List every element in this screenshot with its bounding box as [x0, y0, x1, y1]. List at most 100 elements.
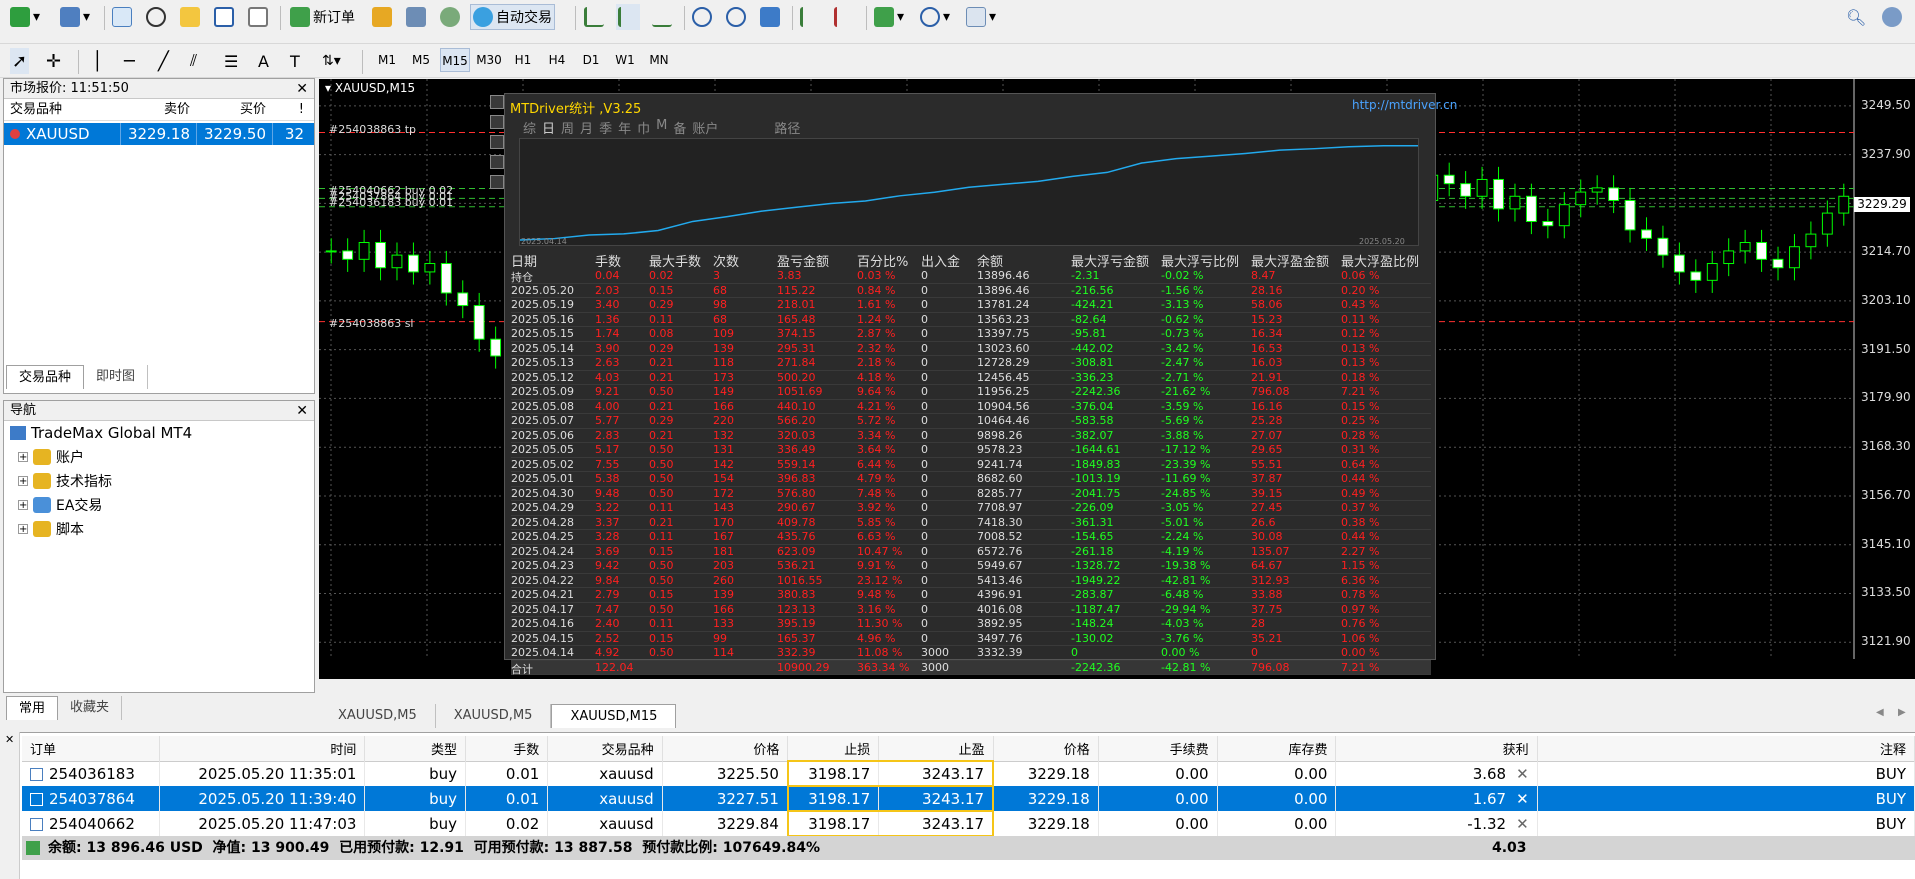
arrows-tool[interactable]: ⇅▾: [320, 48, 343, 74]
nav-root[interactable]: TradeMax Global MT4: [4, 421, 314, 445]
horizontal-line-tool[interactable]: ─: [122, 48, 137, 74]
nav-item-account[interactable]: + 账户: [4, 445, 314, 469]
metaeditor-button[interactable]: [370, 4, 394, 30]
candle-chart-button[interactable]: [616, 4, 640, 30]
col-header[interactable]: 注释: [1537, 736, 1915, 761]
col-ask[interactable]: 买价: [196, 99, 272, 120]
cursor-tool[interactable]: ➚: [10, 48, 30, 74]
col-header[interactable]: 手数: [465, 736, 549, 761]
terminal-toggle[interactable]: [212, 4, 236, 30]
autoscroll-button[interactable]: [798, 4, 822, 30]
col-header[interactable]: 价格: [662, 736, 789, 761]
periods-button[interactable]: ▾: [918, 4, 952, 30]
stats-menu-item[interactable]: 账户: [692, 118, 718, 137]
stats-url[interactable]: http://mtdriver.cn: [1352, 98, 1457, 112]
col-header[interactable]: 库存费: [1217, 736, 1337, 761]
col-header[interactable]: 时间: [159, 736, 366, 761]
tab-symbols[interactable]: 交易品种: [6, 365, 85, 389]
expand-icon[interactable]: +: [18, 476, 28, 487]
tile-windows-button[interactable]: [758, 4, 782, 30]
col-header[interactable]: 价格: [993, 736, 1099, 761]
new-chart-button[interactable]: ▾: [8, 4, 42, 30]
indicators-button[interactable]: ▾: [872, 4, 906, 30]
col-header[interactable]: 止盈: [878, 736, 994, 761]
tf-m15-button[interactable]: M15: [440, 48, 470, 72]
chart-scroll-right[interactable]: ▶: [1898, 707, 1906, 718]
trendline-tool[interactable]: ╱: [156, 48, 171, 74]
expand-icon[interactable]: +: [18, 452, 28, 463]
tf-m30-button[interactable]: M30: [474, 48, 504, 72]
tab-favorites[interactable]: 收藏夹: [58, 696, 123, 720]
channel-tool[interactable]: ⫽: [188, 48, 199, 74]
stats-menu-item[interactable]: 综: [523, 118, 536, 137]
market-button[interactable]: [438, 4, 462, 30]
tester-toggle[interactable]: [246, 4, 270, 30]
col-spread[interactable]: !: [272, 99, 310, 120]
user-button[interactable]: [1880, 4, 1904, 30]
line-chart-button[interactable]: [650, 4, 674, 30]
nav-item-expert[interactable]: + EA交易: [4, 493, 314, 517]
profiles-button[interactable]: ▾: [58, 4, 92, 30]
fibonacci-tool[interactable]: ☰: [222, 48, 240, 74]
order-row[interactable]: 254040662 2025.05.20 11:47:03 buy 0.02 xauus…: [22, 810, 1915, 837]
tab-tick-chart[interactable]: 即时图: [84, 365, 149, 389]
stats-menu-item[interactable]: 年: [618, 118, 631, 137]
order-row[interactable]: 254037864 2025.05.20 11:39:40 buy 0.01 xauus…: [22, 785, 1915, 812]
tf-m5-button[interactable]: M5: [406, 48, 436, 72]
col-header[interactable]: 获利: [1335, 736, 1538, 761]
new-order-button[interactable]: 新订单: [288, 4, 357, 30]
close-icon[interactable]: ✕: [296, 401, 308, 421]
market-watch-toggle[interactable]: [110, 4, 134, 30]
search-button[interactable]: 🔍︎: [1844, 4, 1868, 30]
expand-icon[interactable]: +: [18, 524, 28, 535]
expand-icon[interactable]: +: [18, 500, 28, 511]
tab-chart-3[interactable]: XAUUSD,M15: [551, 704, 677, 728]
col-header[interactable]: 交易品种: [547, 736, 663, 761]
zoom-in-button[interactable]: [690, 4, 714, 30]
navigator-toggle[interactable]: [178, 4, 202, 30]
crosshair-tool[interactable]: ✛: [44, 48, 63, 74]
tf-m1-button[interactable]: M1: [372, 48, 402, 72]
signals-button[interactable]: [404, 4, 428, 30]
close-icon[interactable]: ✕: [0, 733, 14, 746]
symbol-row[interactable]: XAUUSD 3229.18 3229.50 32: [4, 123, 314, 145]
col-header[interactable]: 止损: [787, 736, 880, 761]
tf-d1-button[interactable]: D1: [576, 48, 606, 72]
stats-menu-item[interactable]: 月: [580, 118, 593, 137]
close-order-icon[interactable]: ✕: [1516, 790, 1529, 808]
vertical-line-tool[interactable]: │: [90, 48, 105, 74]
col-header[interactable]: 类型: [364, 736, 467, 761]
text-tool[interactable]: A: [256, 48, 271, 74]
data-window-toggle[interactable]: [144, 4, 168, 30]
tf-h1-button[interactable]: H1: [508, 48, 538, 72]
tf-h4-button[interactable]: H4: [542, 48, 572, 72]
auto-trade-button[interactable]: 自动交易: [470, 4, 555, 30]
tab-chart-1[interactable]: XAUUSD,M5: [320, 704, 436, 728]
templates-button[interactable]: ▾: [964, 4, 998, 30]
stats-tool-fifth-icon[interactable]: [490, 175, 504, 189]
col-symbol[interactable]: 交易品种: [4, 99, 120, 120]
chart-shift-button[interactable]: [832, 4, 856, 30]
close-order-icon[interactable]: ✕: [1516, 765, 1529, 783]
col-header[interactable]: 订单: [22, 736, 160, 761]
stats-menu-item[interactable]: 备: [673, 118, 686, 137]
tab-common[interactable]: 常用: [6, 696, 59, 720]
stats-tool-third-icon[interactable]: [490, 135, 504, 149]
order-row[interactable]: 254036183 2025.05.20 11:35:01 buy 0.01 xauus…: [22, 760, 1915, 787]
chart-scroll-left[interactable]: ◀: [1876, 707, 1884, 718]
col-header[interactable]: 手续费: [1098, 736, 1218, 761]
label-tool[interactable]: T: [288, 48, 302, 74]
tab-chart-2[interactable]: XAUUSD,M5: [436, 704, 552, 728]
stats-tool-fourth-icon[interactable]: [490, 155, 504, 169]
stats-menu-item[interactable]: 巾: [637, 118, 650, 137]
stats-menu-item[interactable]: 日: [542, 118, 555, 137]
zoom-out-button[interactable]: [724, 4, 748, 30]
stats-menu-item[interactable]: 周: [561, 118, 574, 137]
nav-item-script[interactable]: + 脚本: [4, 517, 314, 541]
close-order-icon[interactable]: ✕: [1516, 815, 1529, 833]
stats-menu-item[interactable]: 路径: [774, 118, 800, 137]
col-bid[interactable]: 卖价: [120, 99, 196, 120]
tf-w1-button[interactable]: W1: [610, 48, 640, 72]
tf-mn-button[interactable]: MN: [644, 48, 674, 72]
stats-menu-item[interactable]: M: [656, 118, 667, 137]
